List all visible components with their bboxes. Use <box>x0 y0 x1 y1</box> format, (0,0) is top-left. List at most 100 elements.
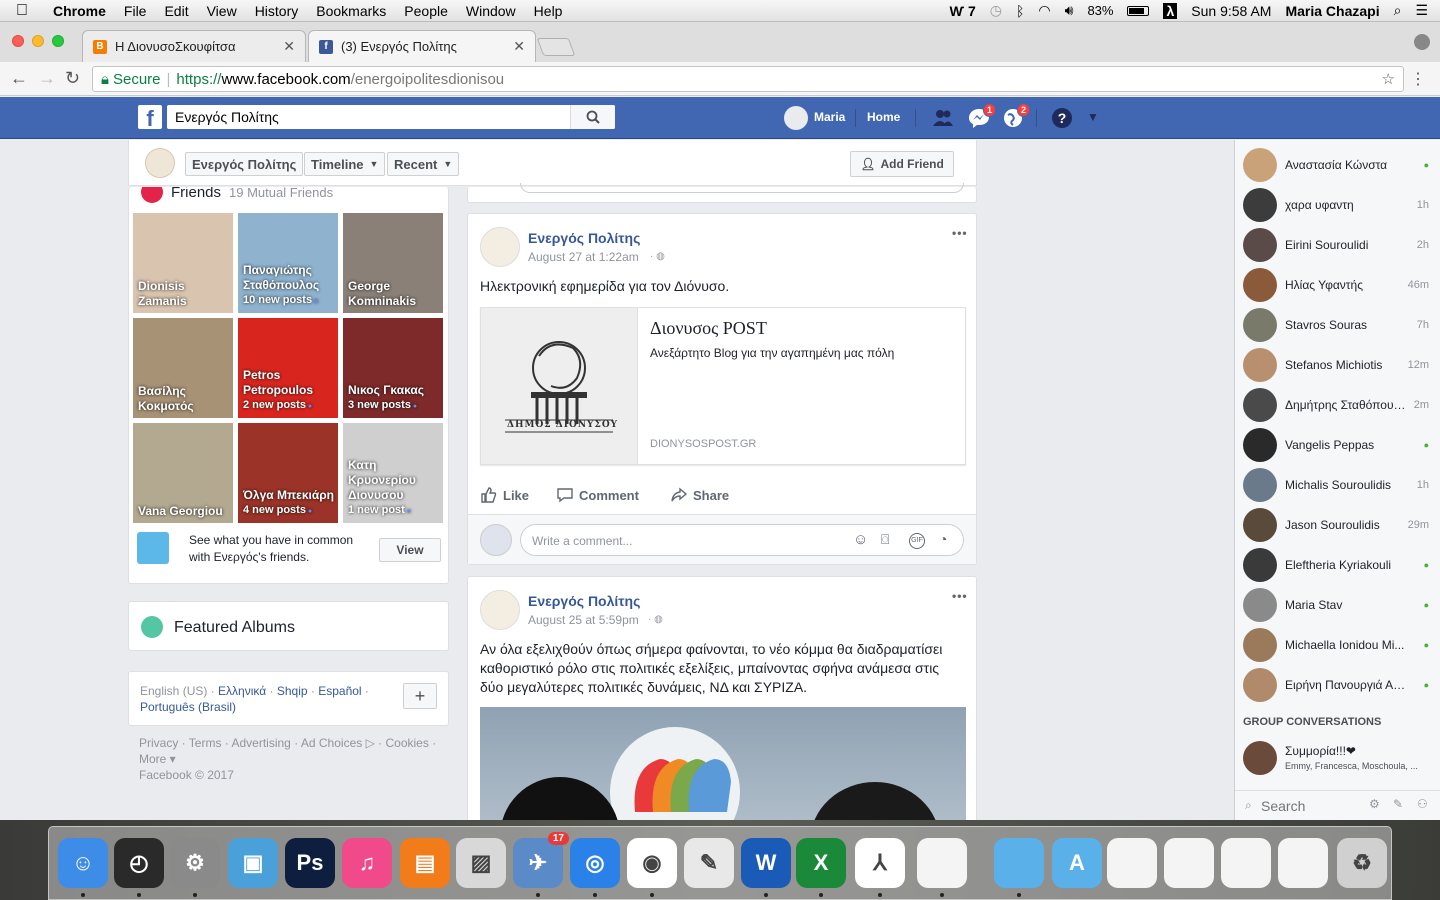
comment-input[interactable]: Write a comment... ☺ ⌼ GIF ◔ <box>520 524 964 556</box>
dock-icon[interactable]: ◴ <box>114 838 164 888</box>
language-link[interactable]: Español <box>318 684 361 698</box>
friend-tile[interactable]: Κατη Κρυονερίου Διονυσου 1 new post <box>343 423 443 523</box>
dock-icon[interactable] <box>1107 838 1157 888</box>
dock-icon[interactable]: ▨ <box>456 838 506 888</box>
wifi-icon[interactable]: ◠ <box>1038 2 1050 19</box>
menu-history[interactable]: History <box>246 3 308 19</box>
post-author[interactable]: Ενεργός Πολίτης <box>528 230 640 246</box>
dock-icon[interactable]: ▤ <box>400 838 450 888</box>
menu-people[interactable]: People <box>395 3 457 19</box>
share-button[interactable]: Share <box>670 486 729 504</box>
spotlight-icon[interactable]: ⌕ <box>1394 2 1402 19</box>
chat-contact[interactable]: Stavros Souras 7h <box>1235 305 1440 345</box>
chat-contact[interactable]: Stefanos Michiotis 12m <box>1235 345 1440 385</box>
minimize-window-button[interactable] <box>32 35 44 47</box>
chat-search-input[interactable] <box>1261 796 1357 816</box>
recent-dropdown[interactable]: Recent ▼ <box>387 152 460 176</box>
menu-bookmarks[interactable]: Bookmarks <box>307 3 395 19</box>
friend-tile[interactable]: Βασίλης Κοκμοτός <box>133 318 233 418</box>
language-link[interactable]: Português (Brasil) <box>140 700 236 714</box>
footer-link[interactable]: More <box>139 752 166 766</box>
bookmark-star-icon[interactable]: ☆ <box>1382 70 1395 88</box>
menu-help[interactable]: Help <box>525 3 572 19</box>
dock-icon[interactable] <box>917 838 967 888</box>
dock-icon[interactable]: W <box>741 838 791 888</box>
view-button[interactable]: View <box>379 538 441 562</box>
friend-tile[interactable]: Παναγιώτης Σταθόπουλος 10 new posts <box>238 213 338 313</box>
chat-contact[interactable]: Αναστασία Κώνστα ● <box>1235 145 1440 185</box>
menu-view[interactable]: View <box>198 3 246 19</box>
add-friend-button[interactable]: 👤︎ Add Friend <box>850 151 954 177</box>
friends-title[interactable]: Friends <box>171 187 221 201</box>
facebook-logo-icon[interactable]: f <box>138 105 162 129</box>
dock-icon[interactable]: ◎ <box>570 838 620 888</box>
help-icon[interactable]: ? <box>1051 107 1073 129</box>
apple-icon[interactable]:  <box>0 2 44 20</box>
friend-tile[interactable]: Νικος Γκακας 3 new posts <box>343 318 443 418</box>
menu-window[interactable]: Window <box>457 3 525 19</box>
link-preview[interactable]: ΔΗΜΟΣ ΔΙΟΝΥΣΟΥ Διονυσος POST Ανεξάρτητο … <box>480 307 966 465</box>
chrome-menu-icon[interactable]: ⋮ <box>1410 69 1426 89</box>
friend-requests-icon[interactable] <box>932 107 954 129</box>
footer-link[interactable]: Advertising <box>231 736 290 750</box>
chat-contact[interactable]: Vangelis Peppas ● <box>1235 425 1440 465</box>
dock-icon[interactable]: ⅄ <box>855 838 905 888</box>
menu-edit[interactable]: Edit <box>155 3 197 19</box>
time-machine-icon[interactable]: ◷ <box>990 2 1002 19</box>
chat-contact[interactable]: Maria Stav ● <box>1235 585 1440 625</box>
user-avatar[interactable] <box>784 106 808 130</box>
lambda-icon[interactable]: λ <box>1163 2 1178 19</box>
profile-link[interactable]: Maria <box>814 110 845 124</box>
chat-settings-icon[interactable]: ⚙ <box>1369 797 1380 811</box>
sticker-icon[interactable]: ◔ <box>939 531 947 547</box>
dock-icon[interactable]: ♫ <box>342 838 392 888</box>
dock-icon[interactable] <box>1221 838 1271 888</box>
clock[interactable]: Sun 9:58 AM <box>1191 3 1271 19</box>
footer-link[interactable]: Privacy <box>139 736 178 750</box>
mutual-friends-count[interactable]: 19 Mutual Friends <box>229 187 333 200</box>
chat-contact[interactable]: Ηλίας Υφαντής 46m <box>1235 265 1440 305</box>
chat-contact[interactable]: Michalis Souroulidis 1h <box>1235 465 1440 505</box>
dock-icon[interactable] <box>1278 838 1328 888</box>
forward-icon[interactable]: → <box>38 68 56 89</box>
tab-facebook[interactable]: f (3) Ενεργός Πολίτης ✕ <box>308 30 536 62</box>
page-avatar[interactable] <box>145 148 175 178</box>
comment-button[interactable]: Comment <box>556 486 639 504</box>
home-link[interactable]: Home <box>867 110 900 124</box>
chat-contact[interactable]: Δημήτρης Σταθόπουλος 2m <box>1235 385 1440 425</box>
group-conversation-row[interactable]: Συμμορία!!!❤ Emmy, Francesca, Moschoula,… <box>1235 738 1440 778</box>
user-name[interactable]: Maria Chazapi <box>1285 3 1379 19</box>
dock-icon[interactable]: ✈ 17 <box>513 832 569 888</box>
tab-close-icon[interactable]: ✕ <box>283 38 295 55</box>
menu-file[interactable]: File <box>115 3 156 19</box>
language-link[interactable]: Ελληνικά <box>218 684 266 698</box>
chat-contact[interactable]: Michaella Ionidou Mi... ● <box>1235 625 1440 665</box>
bluetooth-icon[interactable]: ᛒ <box>1016 3 1024 19</box>
volume-icon[interactable]: 🔊︎ <box>1065 2 1074 19</box>
footer-link[interactable]: Ad Choices <box>301 736 362 750</box>
timeline-dropdown[interactable]: Timeline ▼ <box>304 152 386 176</box>
post-author[interactable]: Ενεργός Πολίτης <box>528 593 640 609</box>
chat-contact[interactable]: Jason Souroulidis 29m <box>1235 505 1440 545</box>
messenger-icon[interactable]: 1 <box>968 103 996 129</box>
dock-icon[interactable]: ◉ <box>627 838 677 888</box>
tab-blog[interactable]: B Η ΔιονυσοΣκουφίτσα ✕ <box>82 30 306 62</box>
adobe-icon[interactable]: Ⱳ 7 <box>949 3 975 19</box>
dock-icon[interactable]: ☺ <box>58 838 108 888</box>
new-message-icon[interactable]: ✎ <box>1393 797 1403 811</box>
address-bar[interactable]: 🔒︎ Secure | https://www.facebook.com/ene… <box>92 66 1404 92</box>
reload-icon[interactable]: ↻ <box>65 68 80 89</box>
new-tab-button[interactable] <box>536 38 576 56</box>
menu-app[interactable]: Chrome <box>44 3 115 19</box>
post-avatar[interactable] <box>480 590 520 630</box>
friend-tile[interactable]: Dionisis Zamanis <box>133 213 233 313</box>
create-group-icon[interactable]: ⚇ <box>1417 797 1428 811</box>
dock-icon[interactable]: ⚙ <box>170 838 220 888</box>
language-link[interactable]: Shqip <box>277 684 308 698</box>
dock-icon[interactable]: Ps <box>285 838 335 888</box>
page-name-button[interactable]: Ενεργός Πολίτης <box>185 152 304 176</box>
notification-center-icon[interactable]: ☰ <box>1415 2 1428 19</box>
close-window-button[interactable] <box>12 35 24 47</box>
post-options-icon[interactable]: ••• <box>952 226 968 240</box>
profile-icon[interactable] <box>1414 34 1430 50</box>
